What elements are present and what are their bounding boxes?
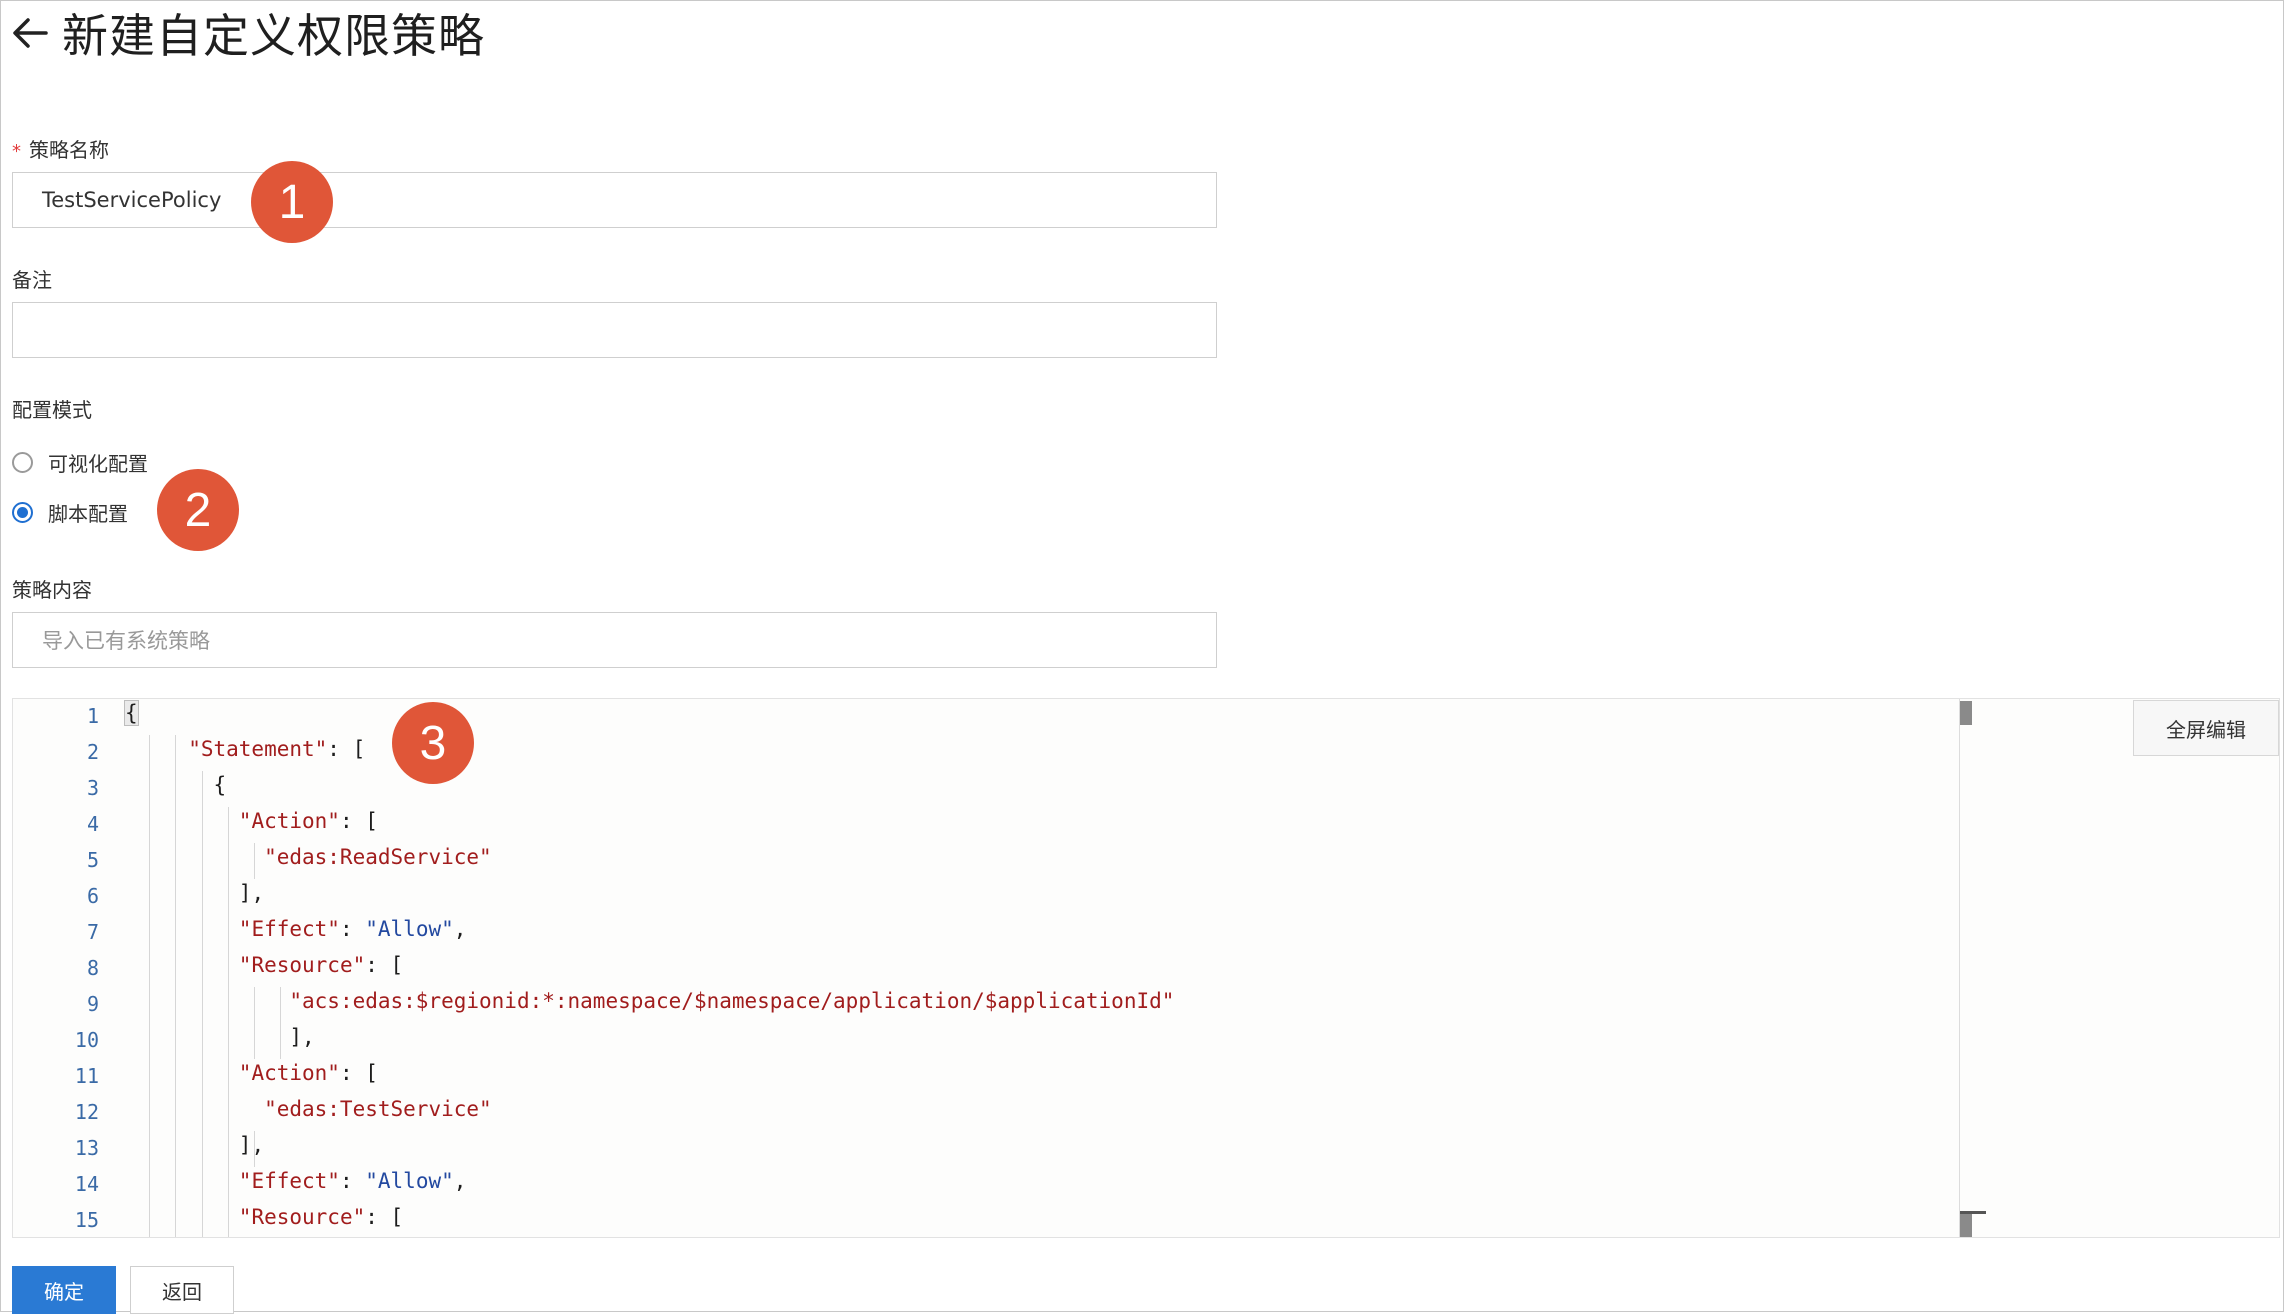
required-mark: * — [12, 141, 21, 162]
code-line: "edas:ReadService" — [264, 845, 492, 869]
code-line: "edas:TestService" — [264, 1097, 492, 1121]
line-number: 14 — [74, 1172, 99, 1196]
policy-content-label: 策略内容 — [12, 578, 92, 602]
code-editor[interactable]: 1 2 3 4 5 6 7 8 9 10 11 12 13 14 15 { "S… — [12, 698, 2280, 1238]
code-line: ], — [238, 881, 265, 905]
back-button[interactable]: 返回 — [130, 1266, 234, 1314]
policy-name-input[interactable]: TestServicePolicy — [12, 172, 1217, 228]
radio-button[interactable] — [12, 452, 33, 473]
editor-gutter: 1 2 3 4 5 6 7 8 9 10 11 12 13 14 15 — [13, 699, 123, 1237]
line-number: 8 — [86, 956, 99, 980]
line-number: 12 — [74, 1100, 99, 1124]
radio-button-checked[interactable] — [12, 502, 33, 523]
editor-scrollbar-track[interactable] — [1959, 699, 1960, 1237]
code-line: "Effect": "Allow", — [238, 917, 467, 941]
line-number: 1 — [86, 704, 99, 728]
page-header: 新建自定义权限策略 — [8, 4, 485, 63]
code-line: { — [124, 700, 139, 726]
code-line: ], — [289, 1025, 315, 1049]
line-number: 15 — [74, 1208, 99, 1232]
import-policy-select[interactable]: 导入已有系统策略 — [12, 612, 1217, 668]
editor-scrollbar-thumb[interactable] — [1960, 701, 1972, 725]
config-mode-label: 配置模式 — [12, 398, 92, 422]
arrow-left-icon[interactable] — [8, 11, 52, 55]
code-line: "Resource": [ — [238, 953, 404, 977]
radio-label: 脚本配置 — [48, 502, 128, 526]
code-line: ], — [238, 1133, 265, 1157]
remark-label: 备注 — [12, 268, 52, 292]
policy-name-label: * 策略名称 — [12, 134, 109, 163]
code-line: "Action": [ — [238, 1061, 378, 1085]
line-number: 2 — [86, 740, 99, 764]
code-line: "Resource": [ — [238, 1205, 404, 1229]
editor-scrollbar-marker — [1960, 1211, 1972, 1237]
line-number: 11 — [74, 1064, 99, 1088]
fullscreen-edit-button[interactable]: 全屏编辑 — [2133, 700, 2279, 756]
code-line: { — [213, 773, 227, 797]
step-badge-3: 3 — [392, 702, 474, 784]
policy-name-label-text: 策略名称 — [29, 138, 109, 162]
editor-scrollbar-cap — [1960, 1211, 1986, 1214]
line-number: 3 — [86, 776, 99, 800]
radio-script-config[interactable]: 脚本配置 — [12, 498, 128, 527]
step-badge-1: 1 — [251, 161, 333, 243]
line-number: 5 — [86, 848, 99, 872]
code-line: "Effect": "Allow", — [238, 1169, 467, 1193]
line-number: 9 — [86, 992, 99, 1016]
page-title: 新建自定义权限策略 — [62, 9, 485, 63]
radio-visual-config[interactable]: 可视化配置 — [12, 448, 148, 477]
line-number: 13 — [74, 1136, 99, 1160]
line-number: 10 — [74, 1028, 99, 1052]
confirm-button[interactable]: 确定 — [12, 1266, 116, 1314]
code-line: "Action": [ — [238, 809, 378, 833]
policy-name-value: TestServicePolicy — [42, 188, 222, 212]
line-number: 4 — [86, 812, 99, 836]
code-line: "Statement": [ — [188, 737, 366, 761]
radio-label: 可视化配置 — [48, 452, 148, 476]
remark-input[interactable] — [12, 302, 1217, 358]
step-badge-2: 2 — [157, 469, 239, 551]
line-number: 7 — [86, 920, 99, 944]
line-number: 6 — [86, 884, 99, 908]
code-line: "acs:edas:$regionid:*:namespace/$namespa… — [289, 989, 1175, 1013]
import-policy-placeholder: 导入已有系统策略 — [42, 629, 210, 653]
